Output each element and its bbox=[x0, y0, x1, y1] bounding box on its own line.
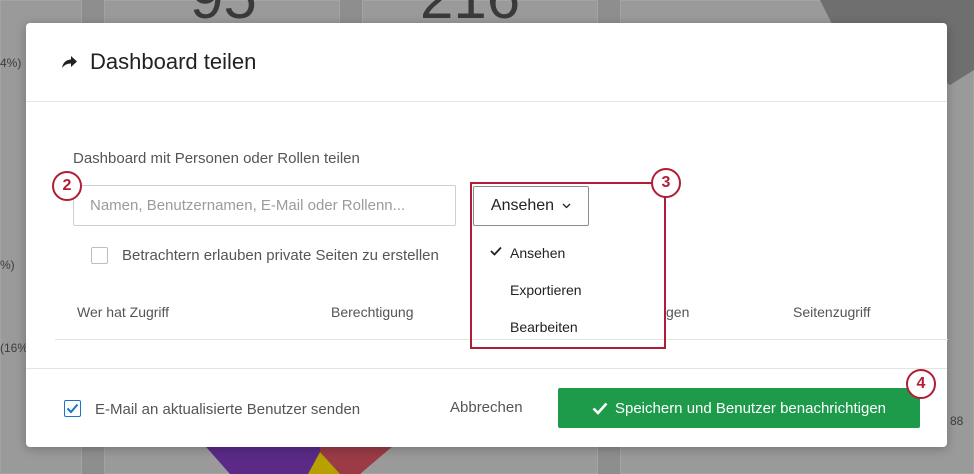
modal-title: Dashboard teilen bbox=[90, 49, 257, 74]
email-notify-checkbox[interactable] bbox=[64, 400, 81, 417]
save-and-notify-button[interactable]: Speichern und Benutzer benachrichtigen bbox=[558, 388, 920, 428]
share-with-label: Dashboard mit Personen oder Rollen teile… bbox=[73, 150, 360, 167]
private-pages-checkbox[interactable] bbox=[91, 247, 108, 264]
checkmark-icon bbox=[592, 402, 608, 415]
table-header-who: Wer hat Zugriff bbox=[77, 304, 170, 320]
callout-marker-3: 3 bbox=[651, 168, 681, 198]
background-percentage: 4%) bbox=[0, 56, 22, 70]
share-arrow-icon bbox=[62, 56, 77, 68]
email-notify-label: E-Mail an aktualisierte Benutzer senden bbox=[95, 401, 361, 418]
callout-highlight-box bbox=[470, 182, 666, 349]
table-header-partial: gen bbox=[666, 304, 690, 320]
save-button-label: Speichern und Benutzer benachrichtigen bbox=[614, 399, 887, 417]
table-header-permission: Berechtigung bbox=[331, 304, 414, 320]
background-value: 88 bbox=[950, 414, 964, 428]
callout-marker-4: 4 bbox=[906, 369, 936, 399]
private-pages-label: Betrachtern erlauben private Seiten zu e… bbox=[122, 247, 439, 264]
checkmark-icon bbox=[66, 403, 79, 414]
user-search-input[interactable] bbox=[73, 185, 456, 226]
share-dashboard-modal: Dashboard teilen Dashboard mit Personen … bbox=[26, 23, 948, 447]
background-percentage: %) bbox=[0, 258, 15, 272]
background-percentage: (16% bbox=[0, 341, 29, 355]
footer-divider bbox=[26, 368, 947, 369]
modal-header: Dashboard teilen bbox=[26, 23, 947, 102]
callout-marker-2: 2 bbox=[52, 171, 82, 201]
cancel-button[interactable]: Abbrechen bbox=[450, 399, 523, 416]
table-header-page-access: Seitenzugriff bbox=[793, 304, 871, 320]
